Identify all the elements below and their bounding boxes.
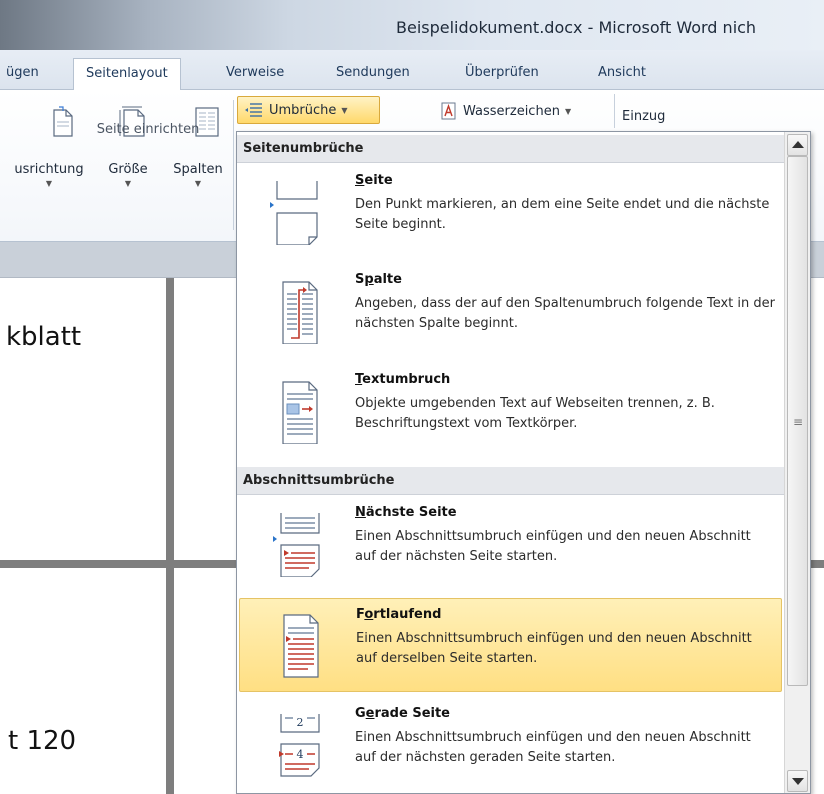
even-page-section-icon: 2 4 (279, 714, 320, 777)
next-page-section-icon (273, 513, 320, 577)
breaks-button[interactable]: Umbrüche ▼ (237, 96, 380, 124)
section-header-section-breaks: Abschnittsumbrüche (237, 467, 784, 495)
arrow-up-icon (792, 141, 804, 148)
tab-insert[interactable]: ügen (6, 58, 39, 90)
page-break-icon (270, 181, 318, 245)
tab-page-layout[interactable]: Seitenlayout (73, 58, 181, 91)
menu-item-next-page[interactable]: Nächste Seite Einen Abschnittsumbruch ei… (239, 497, 782, 591)
menu-item-description: Einen Abschnittsumbruch einfügen und den… (356, 631, 752, 666)
scroll-up-button[interactable] (787, 134, 808, 156)
chevron-down-icon: ▼ (45, 179, 53, 188)
tab-mailings[interactable]: Sendungen (336, 58, 410, 90)
document-text-line: t 120 (8, 726, 77, 756)
menu-item-title: Textumbruch (355, 372, 451, 387)
menu-item-description: Den Punkt markieren, an dem eine Seite e… (355, 197, 770, 232)
columns-label: Spalten (173, 162, 223, 177)
chevron-down-icon: ▼ (564, 106, 572, 116)
section-header-page-breaks: Seitenumbrüche (237, 135, 784, 163)
orientation-button[interactable]: usrichtung ▼ (2, 104, 96, 188)
grip-icon: ≡ (793, 415, 804, 429)
columns-button[interactable]: Spalten ▼ (166, 104, 230, 188)
menu-item-title: Spalte (355, 272, 402, 287)
scroll-down-button[interactable] (787, 770, 808, 792)
page-setup-group-label: Seite einrichten (96, 122, 200, 137)
menu-item-description: Angeben, dass der auf den Spaltenumbruch… (355, 296, 775, 331)
menu-item-title: Nächste Seite (355, 505, 457, 520)
tab-review[interactable]: Überprüfen (465, 58, 539, 90)
breaks-icon (245, 103, 262, 117)
menu-item-even-page[interactable]: 2 4 Gerade Seite Einen Abschnittsumbruch… (239, 698, 782, 792)
scrollbar-thumb[interactable]: ≡ (787, 156, 808, 686)
menu-item-description: Objekte umgebenden Text auf Webseiten tr… (355, 396, 715, 431)
menu-item-title: Fortlaufend (356, 607, 442, 622)
watermark-icon (441, 102, 456, 120)
menu-item-description: Einen Abschnittsumbruch einfügen und den… (355, 529, 751, 564)
chevron-down-icon: ▼ (341, 105, 348, 115)
title-bar: Beispelidokument.docx - Microsoft Word n… (0, 0, 824, 50)
tab-view[interactable]: Ansicht (598, 58, 646, 90)
watermark-button[interactable]: Wasserzeichen ▼ (434, 97, 577, 125)
tab-references[interactable]: Verweise (226, 58, 284, 90)
orientation-label: usrichtung (14, 162, 84, 177)
menu-item-title: Gerade Seite (355, 706, 450, 721)
watermark-label: Wasserzeichen (463, 103, 560, 119)
menu-item-text-wrapping-break[interactable]: Textumbruch Objekte umgebenden Text auf … (239, 364, 782, 458)
size-button[interactable]: Größe ▼ (104, 104, 152, 188)
dropdown-scrollbar[interactable]: ≡ (784, 132, 810, 793)
text-wrapping-break-icon (282, 381, 318, 444)
window-title: Beispelidokument.docx - Microsoft Word n… (396, 18, 757, 37)
chevron-down-icon: ▼ (124, 179, 132, 188)
svg-text:2: 2 (297, 716, 304, 729)
chevron-down-icon: ▼ (194, 179, 202, 188)
size-label: Größe (108, 162, 148, 177)
page-gap-vertical (166, 278, 174, 794)
document-text-line: kblatt (6, 322, 82, 352)
menu-item-continuous[interactable]: Fortlaufend Einen Abschnittsumbruch einf… (239, 598, 782, 692)
svg-text:4: 4 (297, 748, 304, 761)
menu-item-page-break[interactable]: Seite Den Punkt markieren, an dem eine S… (239, 165, 782, 259)
continuous-section-icon (283, 614, 319, 678)
arrow-down-icon (792, 778, 804, 785)
menu-item-column-break[interactable]: Spalte Angeben, dass der auf den Spalten… (239, 264, 782, 358)
group-separator (233, 100, 234, 230)
menu-item-description: Einen Abschnittsumbruch einfügen und den… (355, 730, 751, 765)
indent-label: Einzug (622, 108, 666, 124)
breaks-dropdown-menu: Seitenumbrüche Seite Den Punkt markieren… (236, 131, 811, 794)
menu-item-title: Seite (355, 173, 393, 188)
column-break-icon (282, 281, 318, 344)
ribbon-separator (614, 94, 615, 128)
ribbon-tabs: ügen Seitenlayout Verweise Sendungen Übe… (0, 50, 824, 91)
breaks-label: Umbrüche (269, 102, 337, 118)
